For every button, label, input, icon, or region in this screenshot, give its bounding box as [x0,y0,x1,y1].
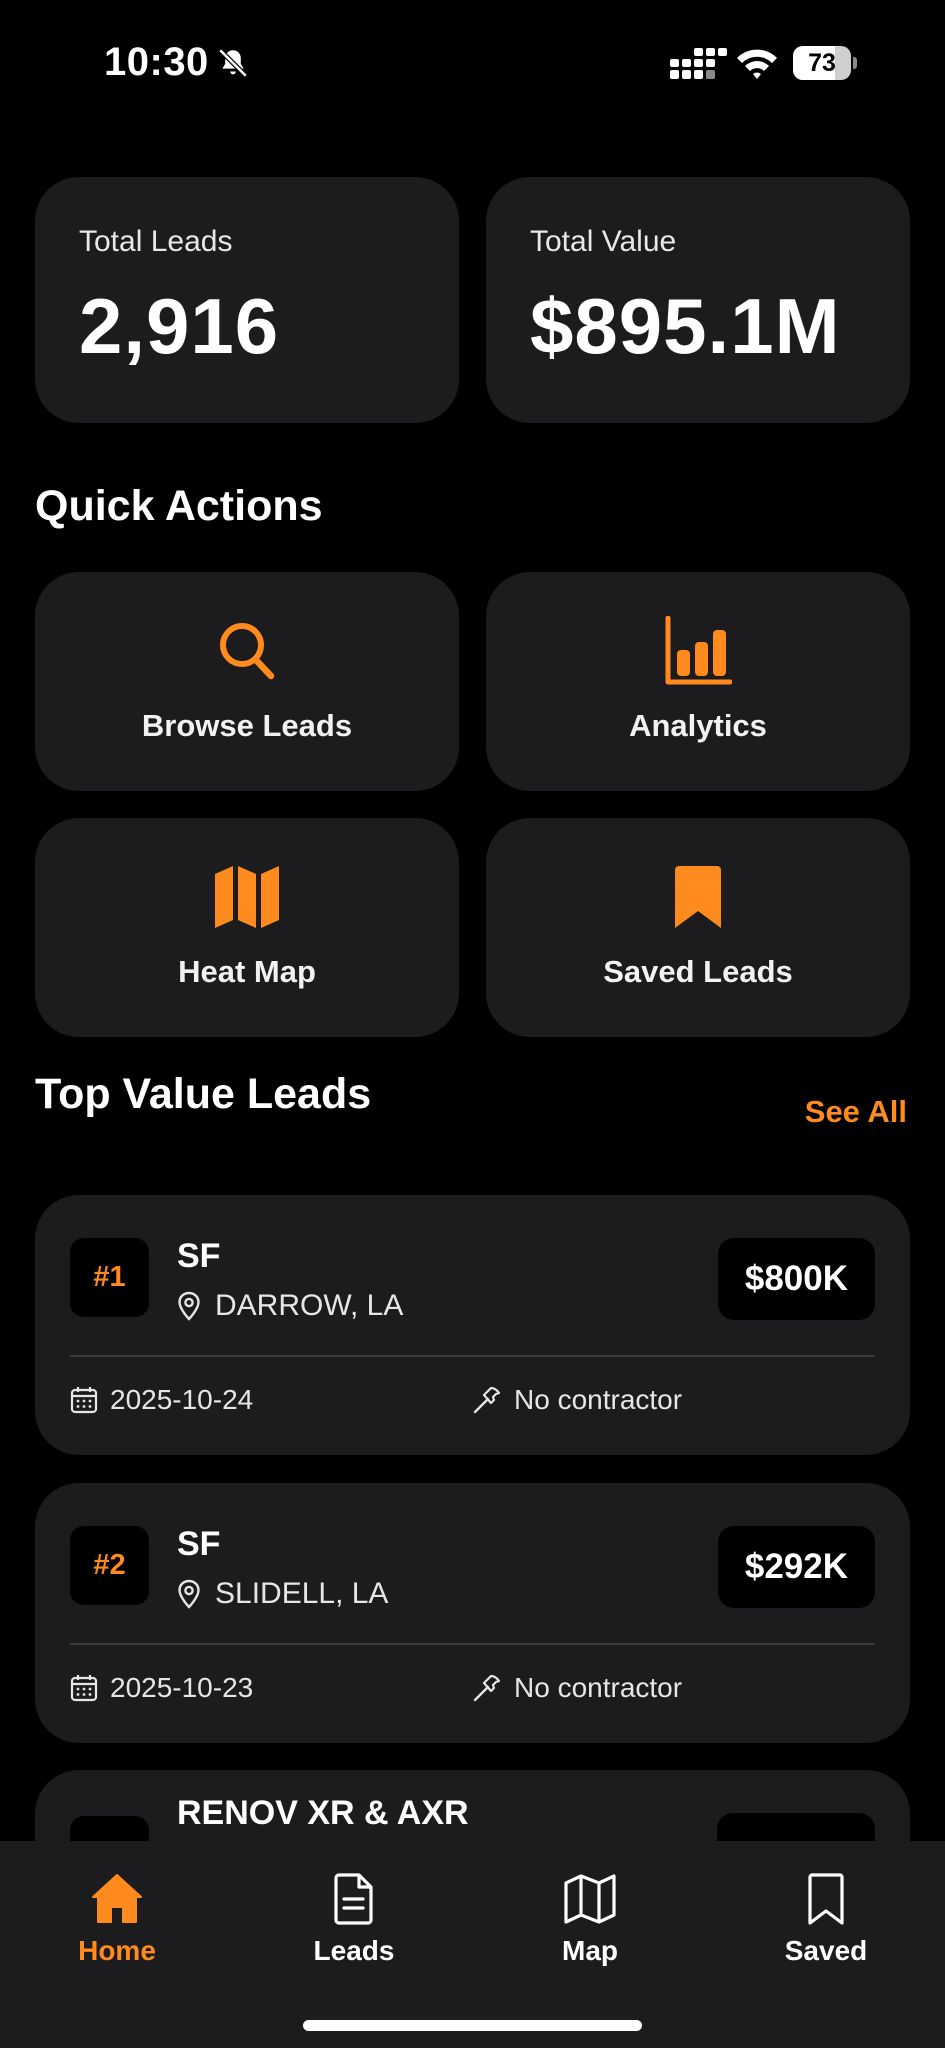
battery-icon: 73 [793,46,857,80]
search-icon [220,623,275,680]
saved-leads-button[interactable]: Saved Leads [486,818,910,1037]
tab-saved[interactable]: Saved [746,1871,906,1967]
bookmark-icon [675,866,721,928]
lead-value-badge: $800K [717,1238,875,1320]
total-leads-label: Total Leads [79,225,233,258]
total-leads-value: 2,916 [79,282,280,370]
lead-type: SF [177,1237,221,1275]
tab-saved-label: Saved [784,1935,868,1966]
tab-map-label: Map [562,1935,618,1966]
heat-map-button[interactable]: Heat Map [35,818,459,1037]
lead-contractor: No contractor [472,1672,682,1704]
map-icon [564,1874,616,1924]
lead-date: 2025-10-24 [70,1384,253,1416]
lead-card[interactable]: #2 SF SLIDELL, LA $292K 2025-10-23 No co… [35,1483,910,1743]
tab-home-label: Home [78,1935,156,1966]
lead-value-badge: $292K [717,1526,875,1608]
tab-leads-label: Leads [313,1935,395,1966]
total-value-value: $895.1M [530,282,841,370]
browse-leads-button[interactable]: Browse Leads [35,572,459,791]
document-icon [334,1873,373,1925]
divider [70,1355,875,1357]
lead-card[interactable]: #1 SF DARROW, LA $800K 2025-10-24 No con… [35,1195,910,1455]
lead-date-text: 2025-10-24 [110,1384,254,1415]
map-icon [215,866,279,928]
hammer-icon [473,1386,501,1414]
bookmark-icon [808,1873,844,1925]
location-pin-icon [178,1579,200,1609]
lead-type: RENOV XR & AXR [177,1794,469,1832]
lead-rank-badge: #2 [70,1526,149,1605]
total-leads-card: Total Leads 2,916 [35,177,459,423]
lead-rank-badge: #1 [70,1238,149,1317]
analytics-button[interactable]: Analytics [486,572,910,791]
analytics-label: Analytics [629,708,767,743]
see-all-link[interactable]: See All [805,1094,907,1130]
lead-contractor: No contractor [472,1384,682,1416]
cellular-signal-icon [670,48,727,79]
lead-location: DARROW, LA [177,1289,403,1323]
heat-map-label: Heat Map [178,954,316,989]
status-time: 10:30 [104,40,209,84]
tab-map[interactable]: Map [510,1871,670,1967]
status-bar: 10:30 73 [0,0,945,130]
total-value-label: Total Value [530,225,677,258]
lead-date: 2025-10-23 [70,1672,253,1704]
tab-leads[interactable]: Leads [274,1871,434,1967]
wifi-icon [737,49,777,79]
location-pin-icon [178,1291,200,1321]
home-indicator[interactable] [303,2020,642,2031]
lead-location: SLIDELL, LA [177,1577,388,1611]
divider [70,1643,875,1645]
bell-slash-icon [218,48,248,78]
lead-location-text: SLIDELL, LA [215,1577,389,1610]
lead-date-text: 2025-10-23 [110,1672,254,1703]
lead-location-text: DARROW, LA [215,1289,404,1322]
lead-contractor-text: No contractor [514,1672,683,1703]
lead-type: SF [177,1525,221,1563]
hammer-icon [473,1674,501,1702]
home-icon [92,1874,142,1923]
battery-percent: 73 [808,49,836,77]
total-value-card: Total Value $895.1M [486,177,910,423]
tab-bar: Home Leads Map Saved [0,1841,945,2048]
calendar-icon [70,1675,98,1702]
saved-leads-label: Saved Leads [603,954,793,989]
calendar-icon [70,1387,98,1414]
tab-home[interactable]: Home [37,1871,197,1967]
top-value-leads-title: Top Value Leads [35,1070,372,1118]
bar-chart-icon [665,616,732,685]
quick-actions-title: Quick Actions [35,482,323,530]
lead-contractor-text: No contractor [514,1384,683,1415]
browse-leads-label: Browse Leads [141,708,353,743]
